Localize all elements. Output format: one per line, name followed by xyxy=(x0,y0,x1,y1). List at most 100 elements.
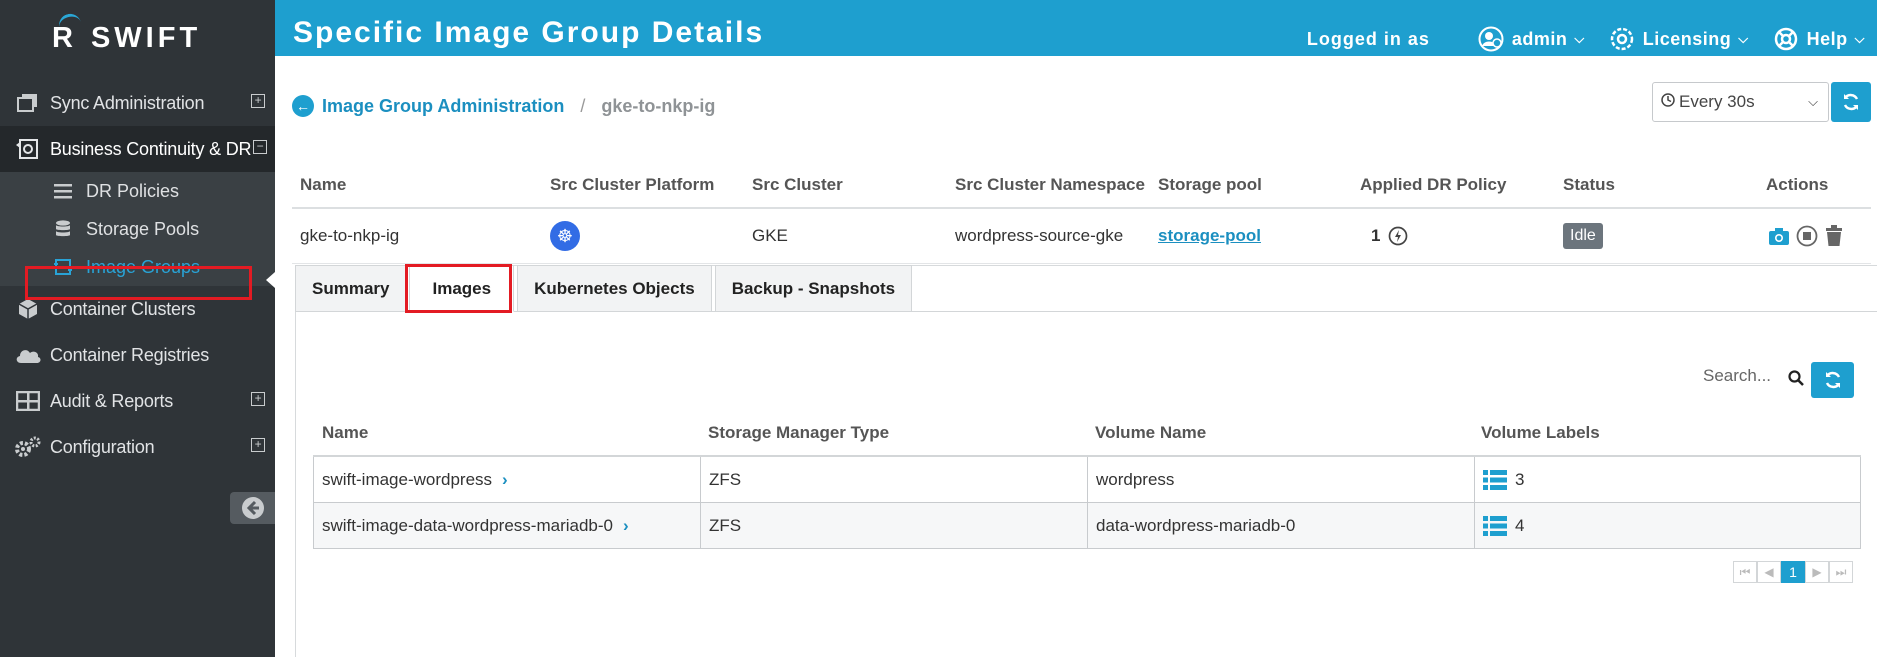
column-header[interactable]: Applied DR Policy xyxy=(1360,175,1506,195)
tab-kubernetes-objects[interactable]: Kubernetes Objects xyxy=(517,265,712,312)
page-number[interactable]: 1 xyxy=(1781,561,1805,583)
breadcrumb-parent-link[interactable]: Image Group Administration xyxy=(322,96,564,117)
column-header[interactable]: Status xyxy=(1563,175,1615,195)
cloud-icon xyxy=(14,343,42,367)
swift-logo[interactable]: R SWIFT xyxy=(52,20,201,56)
pagination: ⏮ ◀ 1 ▶ ⏭ xyxy=(1733,561,1853,583)
lightning-circle-icon xyxy=(1389,226,1408,246)
tab-summary[interactable]: Summary xyxy=(295,265,407,312)
group-name: gke-to-nkp-ig xyxy=(300,226,400,245)
chevron-down-icon: ⌵ xyxy=(1574,31,1585,46)
sidebar-item-audit-reports[interactable]: Audit & Reports + xyxy=(0,378,275,424)
chevron-right-icon[interactable]: › xyxy=(623,516,629,536)
camera-icon[interactable] xyxy=(1768,226,1790,246)
column-header[interactable]: Src Cluster Namespace xyxy=(955,175,1145,195)
sidebar-item-sync-administration[interactable]: Sync Administration + xyxy=(0,80,275,126)
sidebar-item-container-clusters[interactable]: Container Clusters xyxy=(0,286,275,332)
column-header[interactable]: Volume Name xyxy=(1095,423,1206,443)
column-header[interactable]: Name xyxy=(300,175,346,195)
storage-pool-link[interactable]: storage-pool xyxy=(1158,226,1261,246)
breadcrumb-separator: / xyxy=(580,95,586,116)
image-name-cell[interactable]: swift-image-wordpress › xyxy=(314,457,701,502)
refresh-button[interactable] xyxy=(1831,82,1871,122)
last-page-icon[interactable]: ⏭ xyxy=(1829,561,1853,583)
search-input[interactable]: Search... xyxy=(1703,366,1771,386)
breadcrumb-current: gke-to-nkp-ig xyxy=(601,95,716,116)
volume-name-cell: wordpress xyxy=(1088,457,1475,502)
tabs: Summary Images Kubernetes Objects Backup… xyxy=(295,265,915,313)
sidebar-item-storage-pools[interactable]: Storage Pools xyxy=(0,210,275,248)
volume-labels-cell[interactable]: 3 xyxy=(1475,457,1860,502)
sidebar-item-business-continuity[interactable]: Business Continuity & DR − xyxy=(0,126,275,172)
chevron-down-icon: ⌵ xyxy=(1808,94,1818,109)
image-name-cell[interactable]: swift-image-data-wordpress-mariadb-0 › xyxy=(314,503,701,548)
back-arrow-icon[interactable]: ← xyxy=(292,95,314,117)
arrow-left-circle-icon xyxy=(241,497,264,519)
logged-in-label: Logged in as xyxy=(1306,28,1430,49)
dr-policy-count[interactable]: 1 xyxy=(1371,226,1408,246)
kubernetes-icon: ☸ xyxy=(550,221,580,251)
table-row[interactable]: swift-image-wordpress › ZFS wordpress 3 xyxy=(313,457,1861,503)
list-icon xyxy=(52,183,74,199)
database-icon xyxy=(52,220,74,238)
status-badge: Idle xyxy=(1563,223,1603,249)
licensing-menu[interactable]: Licensing ⌵ xyxy=(1609,26,1749,52)
header-bar: Specific Image Group Details Logged in a… xyxy=(275,0,1877,56)
table-header-row: Name Storage Manager Type Volume Name Vo… xyxy=(313,412,1861,457)
chevron-right-icon[interactable]: › xyxy=(502,470,508,490)
tab-images[interactable]: Images xyxy=(409,265,515,312)
table-icon xyxy=(14,389,42,413)
column-header[interactable]: Src Cluster Platform xyxy=(550,175,714,195)
trash-icon[interactable] xyxy=(1824,225,1844,247)
images-refresh-button[interactable] xyxy=(1811,362,1854,398)
volume-labels-cell[interactable]: 4 xyxy=(1475,503,1860,548)
expand-plus-icon[interactable]: + xyxy=(251,94,265,108)
sidebar-item-configuration[interactable]: Configuration + xyxy=(0,424,275,470)
tab-backup-snapshots[interactable]: Backup - Snapshots xyxy=(714,265,913,312)
image-group-table: Name Src Cluster Platform Src Cluster Sr… xyxy=(292,163,1871,264)
gear-icon xyxy=(1609,26,1635,52)
collapse-minus-icon[interactable]: − xyxy=(253,140,267,154)
header-menu: Logged in as admin ⌵ Licensing ⌵ Help ⌵ xyxy=(1307,26,1865,52)
refresh-icon xyxy=(1843,93,1859,111)
src-namespace: wordpress-source-gke xyxy=(955,226,1124,245)
stop-circle-icon[interactable] xyxy=(1796,225,1818,247)
images-table: Name Storage Manager Type Volume Name Vo… xyxy=(313,412,1861,549)
selection-caret xyxy=(266,272,275,288)
storage-type-cell: ZFS xyxy=(701,503,1088,548)
list-icon xyxy=(1483,469,1507,490)
column-header[interactable]: Storage Manager Type xyxy=(708,423,889,443)
gears-icon xyxy=(14,435,42,459)
sidebar-item-image-groups[interactable]: Image Groups xyxy=(0,248,275,286)
refresh-interval-select[interactable]: Every 30s ⌵ xyxy=(1652,82,1829,122)
column-header[interactable]: Src Cluster xyxy=(752,175,843,195)
cube-icon xyxy=(14,297,42,321)
copy-icon xyxy=(14,91,42,115)
expand-plus-icon[interactable]: + xyxy=(251,438,265,452)
column-header[interactable]: Storage pool xyxy=(1158,175,1262,195)
next-page-icon[interactable]: ▶ xyxy=(1805,561,1829,583)
sidebar-submenu: DR Policies Storage Pools Image Groups xyxy=(0,172,275,286)
sidebar-item-container-registries[interactable]: Container Registries xyxy=(0,332,275,378)
clock-icon xyxy=(1661,92,1675,112)
sidebar-item-dr-policies[interactable]: DR Policies xyxy=(0,172,275,210)
column-header[interactable]: Volume Labels xyxy=(1481,423,1600,443)
search-icon[interactable] xyxy=(1788,370,1804,391)
user-menu[interactable]: admin ⌵ xyxy=(1478,26,1585,52)
chevron-down-icon: ⌵ xyxy=(1854,31,1865,46)
image-group-icon xyxy=(52,258,74,276)
refresh-icon xyxy=(1825,371,1840,389)
breadcrumb: ← Image Group Administration / gke-to-nk… xyxy=(292,95,715,117)
continuity-icon xyxy=(14,137,42,161)
column-header[interactable]: Name xyxy=(322,423,368,443)
expand-plus-icon[interactable]: + xyxy=(251,392,265,406)
collapse-sidebar-button[interactable] xyxy=(230,492,275,524)
table-header-row: Name Src Cluster Platform Src Cluster Sr… xyxy=(292,163,1871,209)
lifebuoy-icon xyxy=(1773,26,1799,52)
list-icon xyxy=(1483,515,1507,536)
prev-page-icon[interactable]: ◀ xyxy=(1757,561,1781,583)
help-menu[interactable]: Help ⌵ xyxy=(1773,26,1865,52)
table-row[interactable]: swift-image-data-wordpress-mariadb-0 › Z… xyxy=(313,503,1861,549)
first-page-icon[interactable]: ⏮ xyxy=(1733,561,1757,583)
row-actions xyxy=(1768,225,1844,247)
